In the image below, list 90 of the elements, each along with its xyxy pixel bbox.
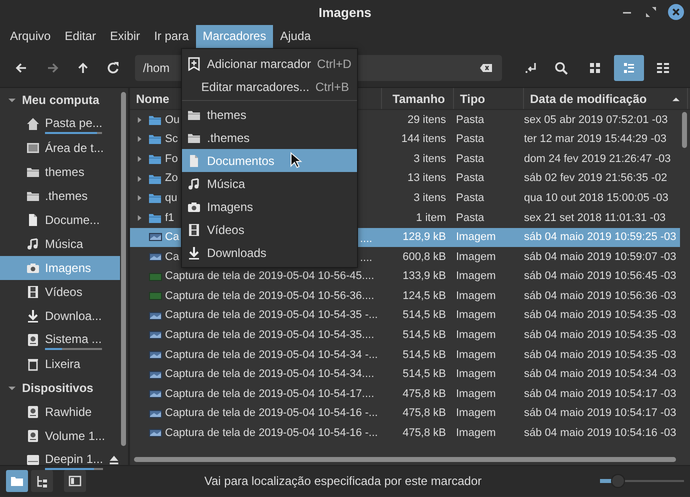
file-name: Ou: [165, 112, 180, 128]
file-type: Pasta: [455, 190, 486, 206]
file-type: Pasta: [455, 132, 486, 148]
window-title: Imagens: [318, 4, 372, 22]
file-date: sáb 04 maio 2019 10:54:35 -03: [524, 328, 678, 344]
file-date: sáb 04 maio 2019 10:54:17 -03: [524, 386, 678, 402]
place-label: Vídeos: [45, 284, 82, 301]
file-type: Imagem: [455, 426, 497, 442]
place-label: themes: [45, 164, 84, 181]
file-date: sáb 04 maio 2019 10:54:35 -03: [524, 348, 678, 363]
file-date: qua 10 out 2018 15:00:05 -03: [524, 190, 670, 206]
file-name: Captura de tela de 2019-05-04 10-54-17....: [165, 386, 374, 402]
file-date: sáb 04 maio 2019 10:54:35 -03: [524, 308, 678, 324]
file-type: Imagem: [455, 367, 497, 382]
file-date: sáb 04 maio 2019 10:59:25 -03: [524, 230, 678, 246]
file-size: 514,5 kB: [402, 308, 447, 324]
file-date: sáb 04 maio 2019 10:54:16 -03: [524, 426, 678, 442]
file-size: 514,5 kB: [402, 328, 447, 344]
place-label: Pasta pe...: [45, 115, 102, 132]
file-type: Imagem: [455, 348, 497, 363]
file-name: Captura de tela de 2019-05-04 10-54-34 -...: [165, 348, 378, 363]
file-name: Sc: [165, 132, 178, 148]
file-date: sáb 04 maio 2019 10:59:07 -03: [524, 250, 678, 265]
place-label: Docume...: [45, 212, 100, 229]
file-date: sex 21 set 2018 11:01:31 -03: [524, 210, 667, 226]
file-type: Imagem: [455, 406, 497, 422]
file-type: Imagem: [455, 269, 497, 284]
place-label: Imagens: [45, 260, 92, 277]
place-label: Área de t...: [45, 140, 104, 157]
place-label: Volume 1...: [45, 428, 106, 445]
place-label: Música: [45, 236, 84, 253]
file-type: Imagem: [455, 230, 497, 246]
file-date: sáb 04 maio 2019 10:56:36 -03: [524, 288, 678, 304]
file-name: f1: [165, 210, 174, 226]
shortcut-label: Ctrl+B: [315, 78, 349, 96]
file-date: sáb 02 fev 2019 21:56:35 -02: [524, 171, 668, 186]
file-size: 1 item: [415, 210, 447, 226]
file-name: Fo: [165, 152, 178, 167]
place-label: Sistema ...: [45, 331, 102, 348]
file-size: 144 itens: [400, 132, 447, 148]
file-date: sáb 04 maio 2019 10:54:17 -03: [524, 406, 678, 422]
file-date: sex 05 abr 2019 07:52:01 -03: [524, 112, 669, 128]
file-name: Zo: [165, 171, 178, 186]
file-size: 3 itens: [412, 190, 447, 206]
file-name: ....: [360, 251, 372, 266]
status-message: Vai para localização especificada por este marcador: [203, 473, 483, 490]
file-name: Captura de tela de 2019-05-04 10-54-35 -...: [165, 308, 378, 324]
file-size: 475,8 kB: [402, 386, 447, 402]
file-name: Captura de tela de 2019-05-04 10-54-16 -...: [165, 406, 378, 422]
file-type: Imagem: [455, 386, 497, 402]
file-type: Imagem: [455, 250, 497, 265]
file-date: dom 24 fev 2019 21:26:47 -03: [524, 152, 672, 167]
file-name: Captura de tela de 2019-05-04 10-54-34....: [165, 367, 374, 382]
file-type: Imagem: [455, 288, 497, 304]
file-type: Pasta: [455, 112, 486, 128]
file-type: Imagem: [455, 308, 497, 324]
place-label: Downloa...: [45, 308, 102, 325]
file-type: Pasta: [455, 171, 486, 186]
file-size: 133,9 kB: [402, 269, 447, 284]
place-label: Lixeira: [45, 356, 80, 373]
section-title: Dispositivos: [22, 380, 94, 397]
place-label: Deepin 1...: [45, 451, 104, 468]
file-name: Ca: [165, 230, 180, 246]
file-date: sáb 04 maio 2019 10:54:34 -03: [524, 367, 678, 382]
file-name: Ca: [165, 250, 180, 265]
file-type: Imagem: [455, 328, 497, 344]
file-name: Captura de tela de 2019-05-04 10-56-45....: [165, 269, 374, 284]
file-size: 475,8 kB: [402, 426, 447, 442]
file-date: ter 12 mar 2019 15:44:29 -03: [524, 132, 668, 148]
file-size: 475,8 kB: [402, 406, 447, 422]
file-size: 13 itens: [406, 171, 447, 186]
place-label: Rawhide: [45, 404, 92, 421]
file-size: 128,9 kB: [402, 230, 447, 246]
file-name: Captura de tela de 2019-05-04 10-54-35....: [165, 328, 374, 344]
file-name: Captura de tela de 2019-05-04 10-56-36....: [165, 288, 374, 304]
file-name: qu: [165, 190, 178, 206]
file-size: 600,8 kB: [402, 250, 447, 265]
file-size: 29 itens: [406, 112, 447, 128]
place-label: .themes: [45, 188, 88, 205]
file-size: 514,5 kB: [402, 367, 447, 382]
file-size: 3 itens: [412, 152, 447, 167]
file-type: Pasta: [455, 210, 486, 226]
file-size: 514,5 kB: [402, 348, 447, 363]
file-name: ....: [360, 232, 372, 247]
file-type: Pasta: [455, 152, 486, 167]
file-name: Captura de tela de 2019-05-04 10-54-16 -...: [165, 426, 378, 442]
file-date: sáb 04 maio 2019 10:56:45 -03: [524, 269, 678, 284]
shortcut-label: Ctrl+D: [317, 56, 352, 72]
file-size: 124,5 kB: [402, 288, 447, 304]
section-title: Meu computa: [22, 92, 100, 109]
